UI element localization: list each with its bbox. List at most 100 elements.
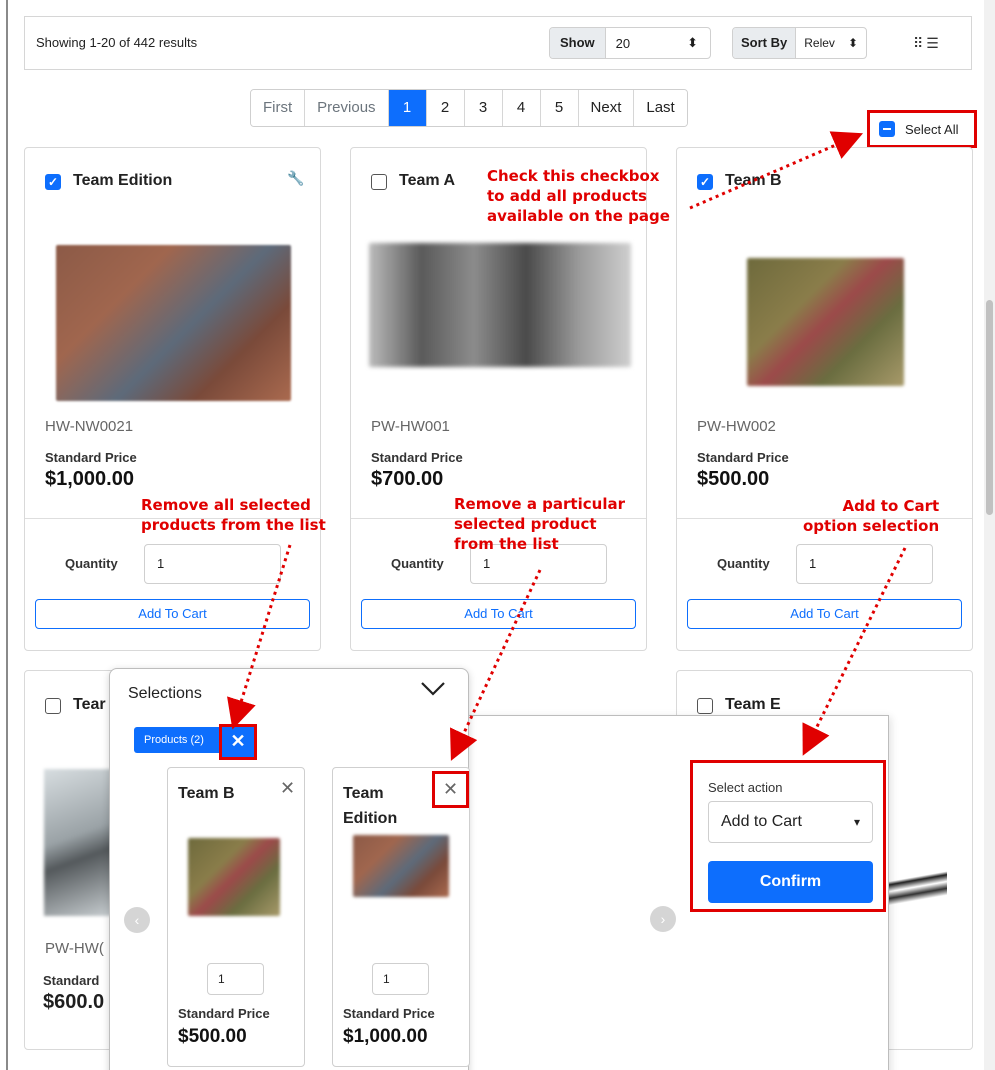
page-next-button[interactable]: Next [578, 90, 635, 126]
product-image [56, 245, 291, 401]
select-all-checkbox[interactable]: Select All [867, 110, 977, 148]
page-4-button[interactable]: 4 [502, 90, 541, 126]
add-to-cart-button[interactable]: Add To Cart [361, 599, 636, 629]
page-size-select[interactable]: 20 ⬍ [606, 28, 710, 58]
confirm-button[interactable]: Confirm [708, 861, 873, 903]
annotation-line: available on the page [487, 207, 670, 225]
bulk-action-panel: Select action Add to Cart ▾ Confirm [690, 760, 886, 912]
selected-product-image [188, 838, 280, 916]
product-card: ✓ Team Edition 🔧 HW-NW0021 Standard Pric… [24, 147, 321, 651]
selected-product-card: Team Edition 1 Standard Price $1,000.00 [332, 767, 470, 1067]
price-label: Standard Price [371, 450, 463, 465]
remove-all-selections-button[interactable]: ✕ [219, 724, 257, 760]
carousel-prev-button[interactable]: ‹ [124, 907, 150, 933]
product-image [889, 861, 947, 919]
add-to-cart-button[interactable]: Add To Cart [687, 599, 962, 629]
remove-selected-product-button[interactable]: ✕ [432, 771, 469, 808]
product-image [44, 769, 114, 916]
product-price: $1,000.00 [45, 468, 134, 490]
grid-view-icon[interactable]: ⠿ [913, 35, 926, 51]
annotation-line: to add all products [487, 187, 647, 205]
page-last-button[interactable]: Last [634, 90, 687, 126]
price-label: Standard [43, 973, 100, 988]
carousel-next-button[interactable]: › [650, 906, 676, 932]
quantity-label: Quantity [391, 556, 444, 571]
annotation-line: selected product [454, 515, 597, 533]
annotation-line: products from the list [141, 516, 326, 534]
page-3-button[interactable]: 3 [464, 90, 503, 126]
selected-quantity-input[interactable]: 1 [207, 963, 264, 995]
page-size-value: 20 [615, 35, 631, 51]
annotation-select-all: Check this checkbox to add all products … [487, 166, 670, 226]
sort-label: Sort By [733, 28, 797, 58]
product-price: $500.00 [697, 468, 770, 490]
show-label: Show [550, 28, 606, 58]
product-price: $600.0 [43, 991, 105, 1013]
select-action-value: Add to Cart [721, 813, 802, 830]
quantity-input[interactable]: 1 [796, 544, 933, 584]
product-price: $700.00 [371, 468, 444, 490]
page-previous-button[interactable]: Previous [305, 90, 389, 126]
results-toolbar: Showing 1-20 of 442 results Show 20 ⬍ So… [24, 16, 972, 70]
select-action-label: Select action [708, 780, 783, 795]
annotation-add-to-cart: Add to Cart option selection [803, 496, 939, 536]
selected-quantity-input[interactable]: 1 [372, 963, 429, 995]
product-sku: PW-HW( [45, 940, 104, 957]
selected-product-name: Team Edition [343, 785, 398, 827]
annotation-line: Add to Cart [842, 497, 940, 515]
chevron-down-icon: ▾ [853, 815, 860, 829]
window-left-edge [6, 0, 8, 1070]
page-5-button[interactable]: 5 [540, 90, 579, 126]
page-first-button[interactable]: First [251, 90, 306, 126]
sort-value: Relev [804, 36, 835, 50]
price-label: Standard Price [343, 1006, 435, 1021]
selected-product-card: Team B ✕ 1 Standard Price $500.00 [167, 767, 305, 1067]
quantity-label: Quantity [717, 556, 770, 571]
page-scrollbar[interactable] [984, 0, 995, 1070]
selected-product-price: $500.00 [178, 1026, 247, 1047]
price-label: Standard Price [178, 1006, 270, 1021]
quantity-input[interactable]: 1 [144, 544, 281, 584]
annotation-line: Check this checkbox [487, 167, 660, 185]
sort-control[interactable]: Sort By Relev ⬍ [732, 27, 867, 59]
product-name: Tear [73, 696, 106, 713]
page-size-control[interactable]: Show 20 ⬍ [549, 27, 711, 59]
results-count: Showing 1-20 of 442 results [36, 35, 198, 50]
product-name: Team E [725, 696, 781, 713]
product-checkbox[interactable]: ✓ [697, 174, 713, 190]
product-sku: PW-HW001 [371, 418, 450, 435]
selected-product-image [353, 835, 449, 897]
sort-select[interactable]: Relev ⬍ [796, 28, 866, 58]
product-card: ✓ Team B PW-HW002 Standard Price $500.00… [676, 147, 973, 651]
product-image [369, 243, 631, 367]
product-image [747, 258, 904, 386]
add-to-cart-button[interactable]: Add To Cart [35, 599, 310, 629]
page-1-button[interactable]: 1 [388, 90, 427, 126]
product-sku: HW-NW0021 [45, 418, 134, 435]
selected-product-price: $1,000.00 [343, 1026, 428, 1047]
select-action-dropdown[interactable]: Add to Cart ▾ [708, 801, 873, 843]
annotation-line: from the list [454, 535, 559, 553]
selected-product-name: Team B [178, 785, 235, 802]
scrollbar-thumb[interactable] [986, 300, 993, 515]
wrench-icon[interactable]: 🔧 [287, 170, 304, 187]
annotation-line: Remove a particular [454, 495, 625, 513]
product-name: Team A [399, 172, 456, 189]
product-checkbox[interactable]: ✓ [45, 174, 61, 190]
product-checkbox[interactable] [371, 174, 387, 190]
select-arrows-icon: ⬍ [687, 35, 698, 50]
page-2-button[interactable]: 2 [426, 90, 465, 126]
chevron-down-icon[interactable] [420, 679, 446, 702]
product-name: Team Edition [73, 172, 173, 189]
product-name: Team B [725, 172, 782, 189]
annotation-line: option selection [803, 517, 940, 535]
product-sku: PW-HW002 [697, 418, 776, 435]
product-checkbox[interactable] [45, 698, 61, 714]
annotation-remove-all: Remove all selected products from the li… [141, 495, 326, 535]
product-checkbox[interactable] [697, 698, 713, 714]
indeterminate-checkbox-icon[interactable] [879, 121, 895, 137]
close-icon[interactable]: ✕ [280, 778, 295, 799]
select-arrows-icon: ⬍ [847, 36, 858, 50]
pagination: First Previous 1 2 3 4 5 Next Last [250, 89, 688, 127]
list-view-icon[interactable]: ☰ [926, 35, 942, 51]
